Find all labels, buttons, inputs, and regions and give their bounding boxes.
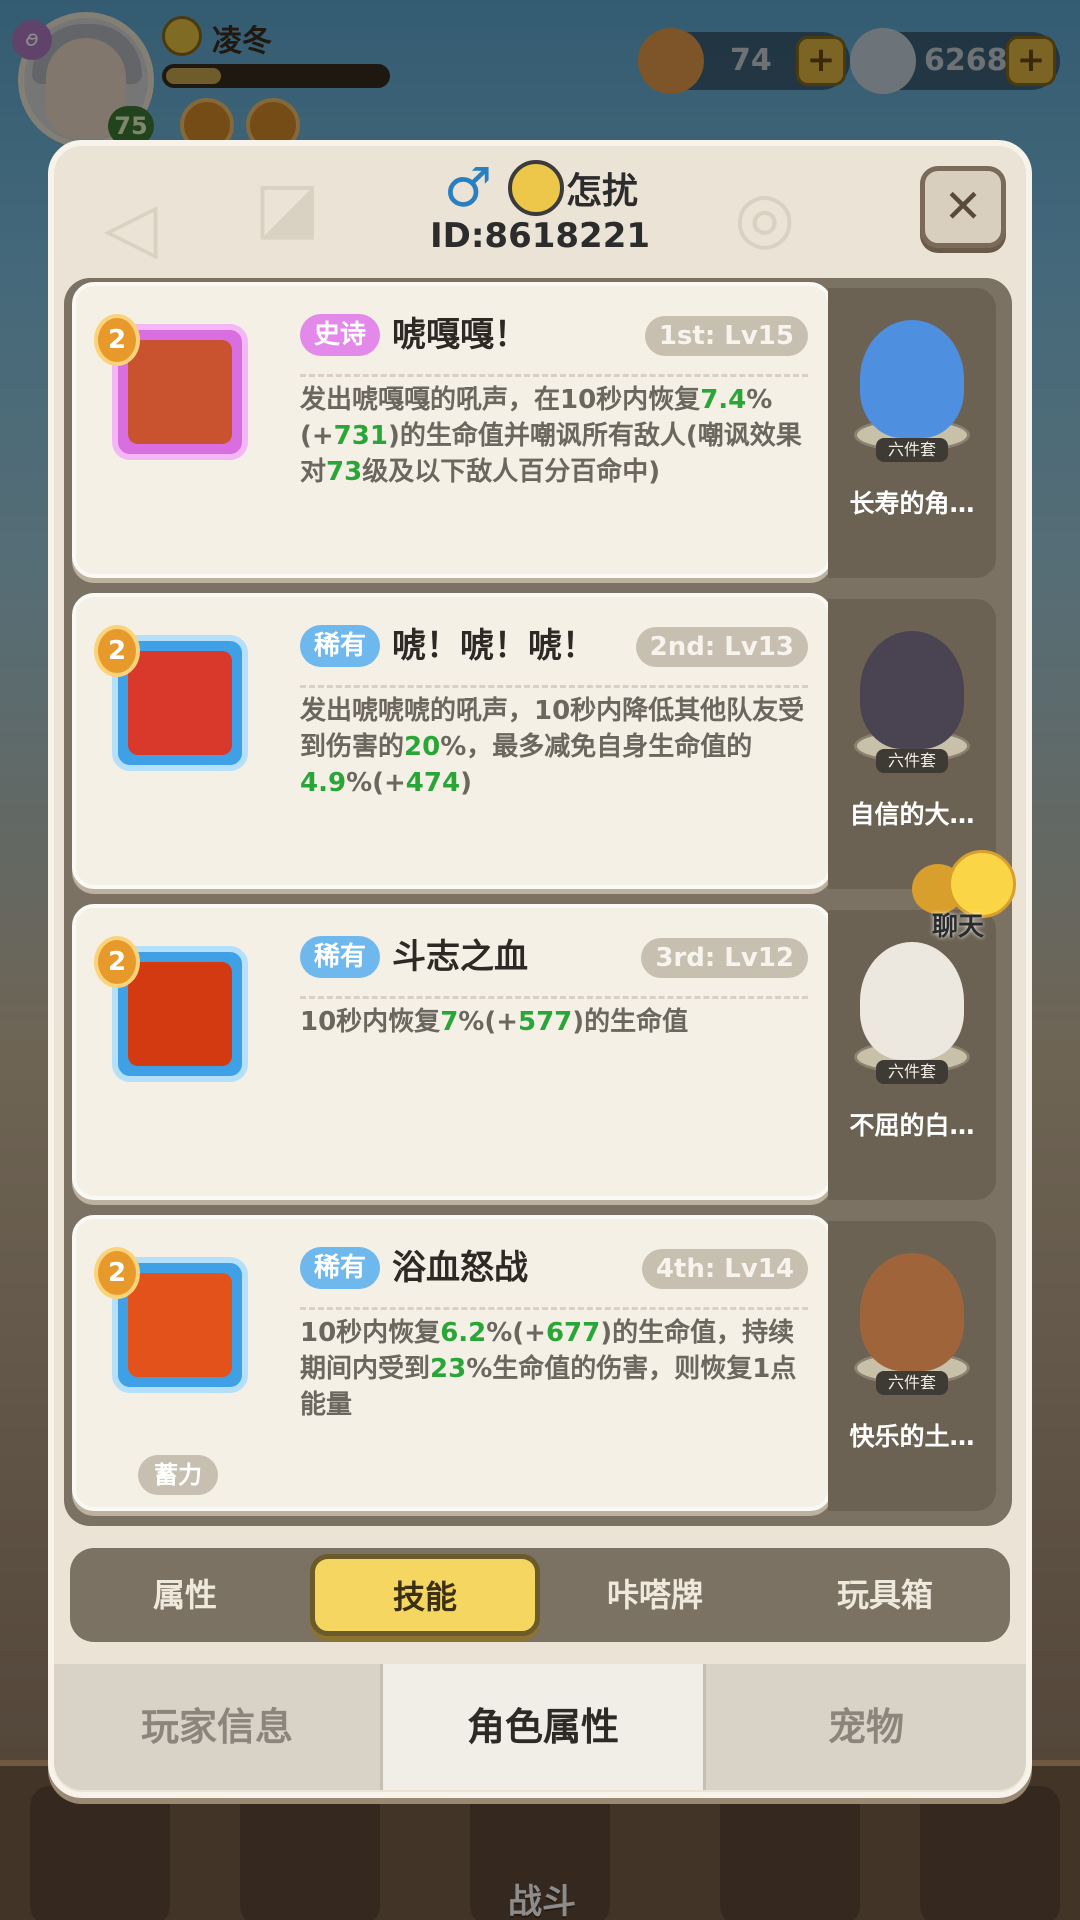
skill-card[interactable]: 2 稀有 浴血怒战 4th: Lv14 10秒内恢复6.2%(+677)的生命值，持续期… xyxy=(72,1215,832,1511)
skill-level-badge: 2nd: Lv13 xyxy=(635,627,808,667)
description-text: 10秒内恢复 xyxy=(300,1318,441,1348)
tab-pets[interactable]: 宠物 xyxy=(706,1664,1026,1790)
description-text: 级及以下敌人百分百命中) xyxy=(362,457,661,487)
skill-name: 唬嘎嘎！ xyxy=(392,315,528,355)
value-highlight: 20 xyxy=(404,732,441,762)
rarity-badge: 史诗 xyxy=(300,314,381,356)
subtab-skills[interactable]: 技能 xyxy=(310,1554,540,1636)
skill-name: 斗志之血 xyxy=(392,937,528,977)
skill-name: 唬！唬！唬！ xyxy=(392,626,596,666)
set-tag: 六件套 xyxy=(876,1371,948,1395)
description-text: 10秒内恢复 xyxy=(300,1007,441,1037)
charge-tag: 蓄力 xyxy=(138,1455,218,1495)
divider xyxy=(300,685,808,688)
rarity-badge: 稀有 xyxy=(300,936,381,978)
description-text: %(+ xyxy=(458,1007,518,1037)
set-tag: 六件套 xyxy=(876,1060,948,1084)
skill-card[interactable]: 2 稀有 斗志之血 3rd: Lv12 10秒内恢复7%(+577)的生命值 xyxy=(72,904,832,1200)
pet-name: 自信的大… xyxy=(849,800,975,829)
divider xyxy=(300,996,808,999)
value-highlight: 577 xyxy=(518,1007,573,1037)
subtab-attributes[interactable]: 属性 xyxy=(70,1548,300,1642)
value-highlight: 7 xyxy=(440,1007,459,1037)
pet-card[interactable]: 六件套自信的大… xyxy=(828,599,996,889)
description-text: %(+ xyxy=(346,768,406,798)
pet-card[interactable]: 六件套长寿的角… xyxy=(828,288,996,578)
sub-tabs: 属性 技能 咔嗒牌 玩具箱 xyxy=(70,1548,1010,1642)
chat-label[interactable]: 聊天 xyxy=(932,906,984,943)
skill-level-badge: 3rd: Lv12 xyxy=(641,938,808,978)
value-highlight: 7.4 xyxy=(700,385,747,415)
pet-name: 长寿的角… xyxy=(849,489,975,518)
pet-card[interactable]: 六件套快乐的土… xyxy=(828,1221,996,1511)
name-emoji-icon xyxy=(508,160,564,216)
pet-name: 不屈的白… xyxy=(849,1111,975,1140)
divider xyxy=(300,1307,808,1310)
pet-name: 快乐的土… xyxy=(849,1422,975,1451)
pet-figure-icon xyxy=(860,631,964,749)
skill-card[interactable]: 2 稀有 唬！唬！唬！ 2nd: Lv13 发出唬唬唬的吼声，10秒内降低其他队友受到伤… xyxy=(72,593,832,889)
skill-art-icon xyxy=(128,1273,232,1377)
description-text: %(+ xyxy=(486,1318,546,1348)
divider xyxy=(300,374,808,377)
value-highlight: 731 xyxy=(333,421,388,451)
skill-card[interactable]: 2 史诗 唬嘎嘎！ 1st: Lv15 发出唬嘎嘎的吼声，在10秒内恢复7.4%(+73… xyxy=(72,282,832,578)
close-button[interactable]: ✕ xyxy=(920,166,1006,248)
pet-figure-icon xyxy=(860,1253,964,1371)
tab-player-info[interactable]: 玩家信息 xyxy=(54,1664,380,1790)
value-highlight: 6.2 xyxy=(440,1318,487,1348)
skill-art-icon xyxy=(128,651,232,755)
rarity-badge: 稀有 xyxy=(300,1247,381,1289)
rank-badge: 2 xyxy=(94,936,140,988)
value-highlight: 677 xyxy=(545,1318,601,1348)
description-text: ) xyxy=(460,768,472,798)
description-text: %，最多减免自身生命值的 xyxy=(440,732,753,762)
skill-description: 10秒内恢复6.2%(+677)的生命值，持续期间内受到23%生命值的伤害，则恢… xyxy=(300,1315,808,1423)
pet-figure-icon xyxy=(860,320,964,438)
skill-art-icon xyxy=(128,340,232,444)
panel-player-name: 怎扰 xyxy=(566,171,639,212)
pet-figure-icon xyxy=(860,942,964,1060)
main-tabs: 玩家信息 角色属性 宠物 xyxy=(54,1664,1026,1790)
subtab-cards[interactable]: 咔嗒牌 xyxy=(540,1548,770,1642)
skill-level-badge: 1st: Lv15 xyxy=(644,316,808,356)
skill-art-icon xyxy=(128,962,232,1066)
set-tag: 六件套 xyxy=(876,749,948,773)
value-highlight: 4.9 xyxy=(300,768,347,798)
skill-level-badge: 4th: Lv14 xyxy=(641,1249,808,1289)
rank-badge: 2 xyxy=(94,314,140,366)
rank-badge: 2 xyxy=(94,625,140,677)
value-highlight: 474 xyxy=(405,768,461,798)
subtab-toybox[interactable]: 玩具箱 xyxy=(770,1548,1000,1642)
skill-description: 发出唬嘎嘎的吼声，在10秒内恢复7.4%(+731)的生命值并嘲讽所有敌人(嘲讽… xyxy=(300,382,808,490)
skill-description: 发出唬唬唬的吼声，10秒内降低其他队友受到伤害的20%，最多减免自身生命值的4.… xyxy=(300,693,808,801)
skill-name: 浴血怒战 xyxy=(392,1248,528,1288)
pet-card[interactable]: 六件套不屈的白… xyxy=(828,910,996,1200)
male-icon: ♂ xyxy=(443,156,493,219)
tab-character-attributes[interactable]: 角色属性 xyxy=(380,1664,706,1790)
rank-badge: 2 xyxy=(94,1247,140,1299)
value-highlight: 73 xyxy=(326,457,363,487)
player-id: ID:8618221 xyxy=(429,216,651,256)
rarity-badge: 稀有 xyxy=(300,625,381,667)
value-highlight: 23 xyxy=(430,1354,467,1384)
description-text: 发出唬嘎嘎的吼声，在10秒内恢复 xyxy=(300,385,701,415)
set-tag: 六件套 xyxy=(876,438,948,462)
description-text: )的生命值 xyxy=(572,1007,689,1037)
skill-description: 10秒内恢复7%(+577)的生命值 xyxy=(300,1004,808,1040)
